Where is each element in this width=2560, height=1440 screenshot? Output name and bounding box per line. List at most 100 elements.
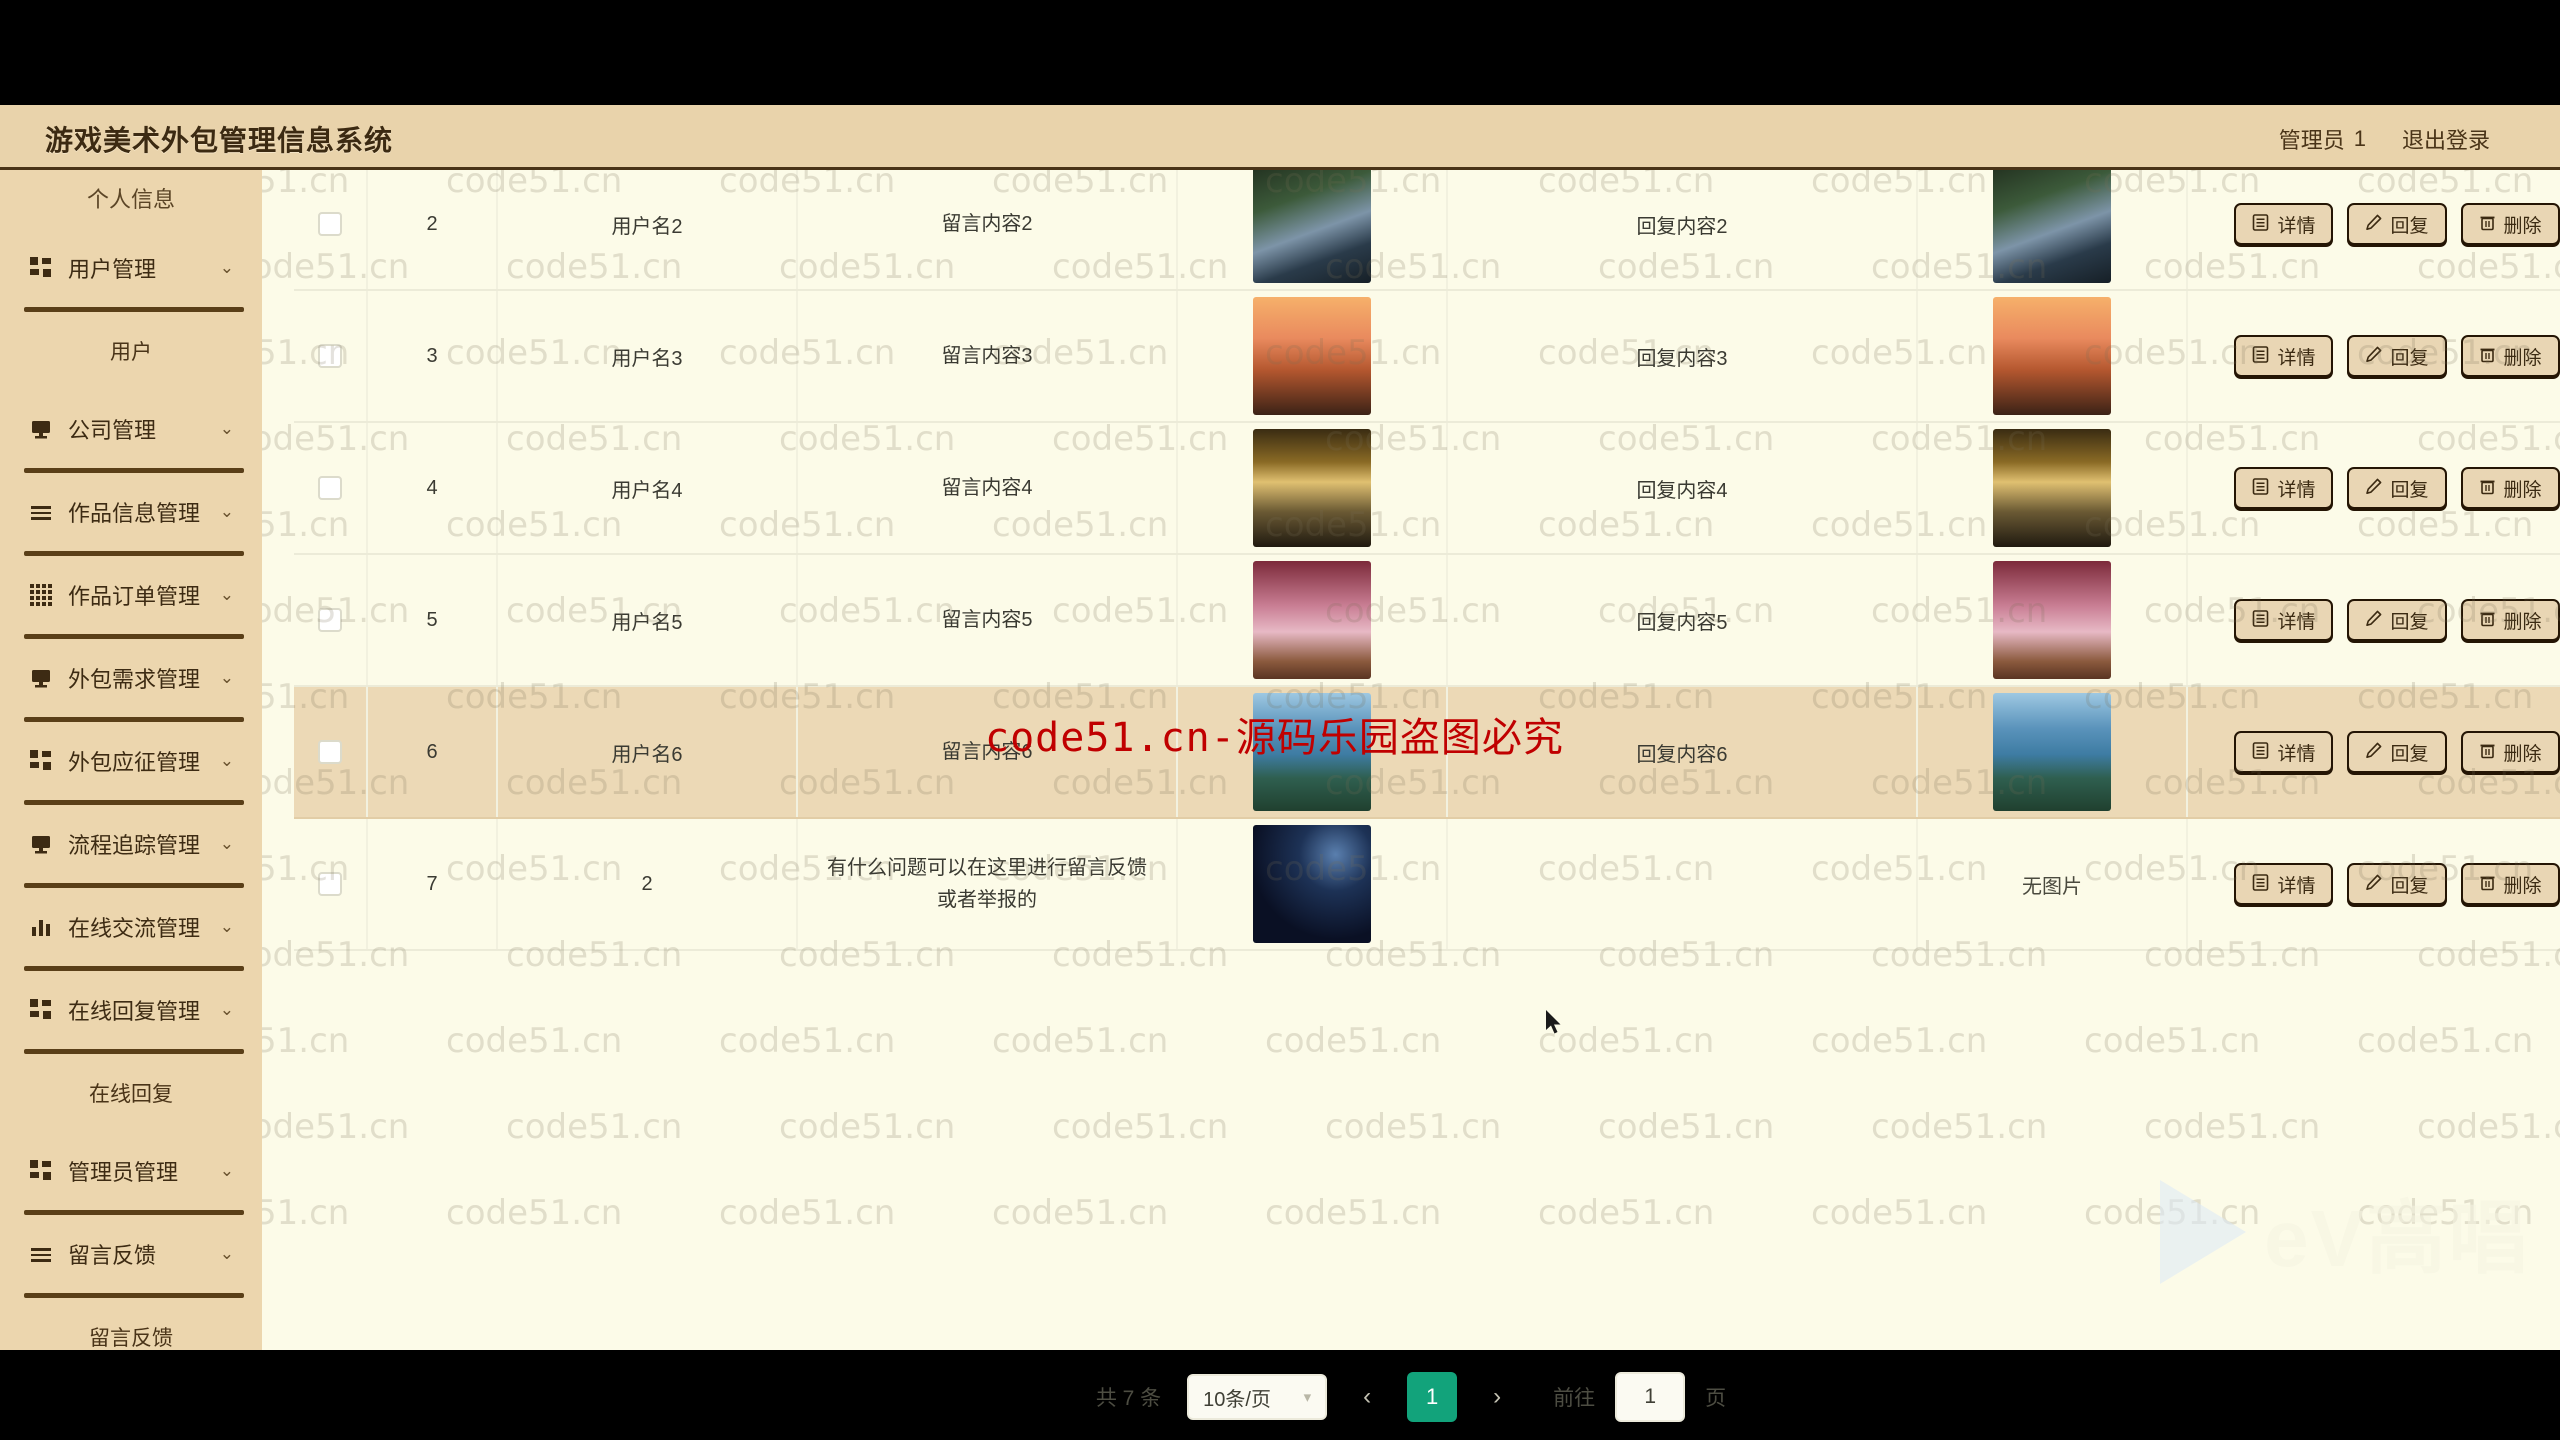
cell-username: 用户名6 — [611, 743, 683, 766]
sidebar-item-10[interactable]: 留言反馈 ⌄ — [0, 1215, 262, 1293]
goto-page-input[interactable]: 1 — [1615, 1372, 1686, 1422]
delete-button[interactable]: 删除 — [2460, 731, 2560, 773]
cell-reply-image[interactable] — [1993, 167, 2111, 283]
row-checkbox[interactable] — [318, 740, 342, 764]
delete-button-label: 删除 — [2503, 611, 2542, 633]
detail-button[interactable]: 详情 — [2234, 203, 2334, 245]
table-row[interactable]: 5 用户名5 留言内容5 回复内容5 详情 回复 删除 — [294, 554, 2560, 687]
row-actions[interactable]: 详情 回复 删除 — [2192, 599, 2560, 641]
pencil-icon — [2365, 478, 2382, 498]
table-row[interactable]: 2 用户名2 留言内容2 回复内容2 详情 回复 删除 — [294, 167, 2560, 291]
sidebar-item-label: 在线交流管理 — [68, 916, 201, 941]
row-checkbox[interactable] — [318, 344, 342, 368]
cell-id: 6 — [426, 740, 438, 763]
cell-reply-image[interactable] — [1993, 429, 2111, 547]
reply-button[interactable]: 回复 — [2347, 335, 2447, 377]
detail-button-label: 详情 — [2277, 215, 2316, 237]
prev-page-button[interactable]: ‹ — [1347, 1374, 1387, 1420]
grid-icon — [28, 748, 54, 774]
cell-reply: 回复内容6 — [1636, 743, 1728, 766]
sidebar-subitem-label: 用户 — [110, 341, 152, 364]
table-row[interactable]: 4 用户名4 留言内容4 回复内容4 详情 回复 删除 — [294, 422, 2560, 555]
reply-button[interactable]: 回复 — [2347, 599, 2447, 641]
sidebar-item-1[interactable]: 公司管理 ⌄ — [0, 390, 262, 468]
delete-button-label: 删除 — [2503, 215, 2542, 237]
sidebar-subitem-label: 在线回复 — [89, 1083, 173, 1106]
cell-id: 2 — [426, 212, 438, 235]
list-icon — [28, 1241, 54, 1267]
cell-reply-image[interactable] — [1993, 693, 2111, 811]
reply-button-label: 回复 — [2390, 215, 2429, 237]
sidebar-menu[interactable]: 个人信息 用户管理 ⌄ 用户 公司管理 ⌄ 作品信息管理 ⌄ 作品订单管理 ⌄ 外包需求管理 ⌄ 外包应… — [0, 167, 262, 1350]
detail-button[interactable]: 详情 — [2234, 863, 2334, 905]
row-actions[interactable]: 详情 回复 删除 — [2192, 467, 2560, 509]
sidebar-item-label: 用户管理 — [68, 257, 157, 282]
current-user[interactable]: 管理员 1 — [2279, 123, 2366, 155]
sidebar-item-label: 作品订单管理 — [68, 584, 201, 609]
sidebar[interactable]: 个人信息 用户管理 ⌄ 用户 公司管理 ⌄ 作品信息管理 ⌄ 作品订单管理 ⌄ 外包需求管理 ⌄ 外包应… — [0, 167, 262, 1350]
cell-id: 4 — [426, 476, 438, 499]
sidebar-item-3[interactable]: 作品订单管理 ⌄ — [0, 556, 262, 634]
detail-button[interactable]: 详情 — [2234, 599, 2334, 641]
sidebar-item-8[interactable]: 在线回复管理 ⌄ — [0, 971, 262, 1049]
cell-message-image[interactable] — [1253, 167, 1371, 283]
delete-button[interactable]: 删除 — [2460, 467, 2560, 509]
sidebar-item-0[interactable]: 用户管理 ⌄ — [0, 229, 262, 307]
sidebar-item-7[interactable]: 在线交流管理 ⌄ — [0, 888, 262, 966]
sidebar-subitem-label: 留言反馈 — [89, 1327, 173, 1350]
sidebar-item-9[interactable]: 管理员管理 ⌄ — [0, 1132, 262, 1210]
cell-message-image[interactable] — [1253, 561, 1371, 679]
page-size-select[interactable]: 10条/页 ▾ — [1187, 1374, 1328, 1420]
cell-message: 留言内容3 — [941, 345, 1033, 367]
reply-button[interactable]: 回复 — [2347, 863, 2447, 905]
delete-button[interactable]: 删除 — [2460, 335, 2560, 377]
cell-reply-image[interactable] — [1993, 561, 2111, 679]
sidebar-profile[interactable]: 个人信息 — [0, 167, 262, 229]
table-row[interactable]: 3 用户名3 留言内容3 回复内容3 详情 回复 删除 — [294, 290, 2560, 423]
sidebar-item-label: 外包应征管理 — [68, 750, 201, 775]
table-row[interactable]: 7 2 有什么问题可以在这里进行留言反馈或者举报的 无图片 详情 回复 删除 — [294, 818, 2560, 951]
pagination[interactable]: 共 7 条 10条/页 ▾ ‹ 1 › 前往 1 页 — [262, 1372, 2560, 1422]
monitor-icon — [28, 665, 54, 691]
sidebar-item-2[interactable]: 作品信息管理 ⌄ — [0, 473, 262, 551]
sidebar-item-6[interactable]: 流程追踪管理 ⌄ — [0, 805, 262, 883]
row-checkbox[interactable] — [318, 476, 342, 500]
next-page-button[interactable]: › — [1477, 1374, 1517, 1420]
cell-message-image[interactable] — [1253, 429, 1371, 547]
detail-button[interactable]: 详情 — [2234, 731, 2334, 773]
row-checkbox[interactable] — [318, 608, 342, 632]
row-checkbox[interactable] — [318, 872, 342, 896]
detail-button[interactable]: 详情 — [2234, 335, 2334, 377]
page-scrollbar[interactable] — [2550, 167, 2560, 1350]
detail-button-label: 详情 — [2277, 479, 2316, 501]
document-icon — [2252, 214, 2269, 234]
cell-reply-image[interactable] — [1993, 297, 2111, 415]
header-right-group[interactable]: 管理员 1 退出登录 — [2279, 123, 2490, 155]
delete-button[interactable]: 删除 — [2460, 599, 2560, 641]
delete-button[interactable]: 删除 — [2460, 863, 2560, 905]
reply-button[interactable]: 回复 — [2347, 467, 2447, 509]
row-actions[interactable]: 详情 回复 删除 — [2192, 335, 2560, 377]
row-actions[interactable]: 详情 回复 删除 — [2192, 203, 2560, 245]
reply-button[interactable]: 回复 — [2347, 203, 2447, 245]
cell-message-image[interactable] — [1253, 297, 1371, 415]
sidebar-item-5[interactable]: 外包应征管理 ⌄ — [0, 722, 262, 800]
feedback-table[interactable]: 2 用户名2 留言内容2 回复内容2 详情 回复 删除 3 用户名3 留言内容3 回复内容3 详情 回复… — [294, 167, 2560, 951]
logout-button[interactable]: 退出登录 — [2402, 123, 2490, 155]
app-title: 游戏美术外包管理信息系统 — [45, 125, 394, 156]
detail-button[interactable]: 详情 — [2234, 467, 2334, 509]
row-actions[interactable]: 详情 回复 删除 — [2192, 731, 2560, 773]
sidebar-subitem-10-0[interactable]: 留言反馈 — [0, 1298, 262, 1350]
chevron-down-icon: ⌄ — [219, 502, 234, 521]
pencil-icon — [2365, 874, 2382, 894]
row-actions[interactable]: 详情 回复 删除 — [2192, 863, 2560, 905]
sidebar-item-4[interactable]: 外包需求管理 ⌄ — [0, 639, 262, 717]
page-number-1[interactable]: 1 — [1407, 1372, 1458, 1422]
sidebar-subitem-8-0[interactable]: 在线回复 — [0, 1054, 262, 1132]
row-checkbox[interactable] — [318, 212, 342, 236]
delete-button[interactable]: 删除 — [2460, 203, 2560, 245]
cell-username: 用户名3 — [611, 347, 683, 370]
sidebar-subitem-0-0[interactable]: 用户 — [0, 312, 262, 390]
reply-button[interactable]: 回复 — [2347, 731, 2447, 773]
cell-message-image[interactable] — [1253, 825, 1371, 943]
